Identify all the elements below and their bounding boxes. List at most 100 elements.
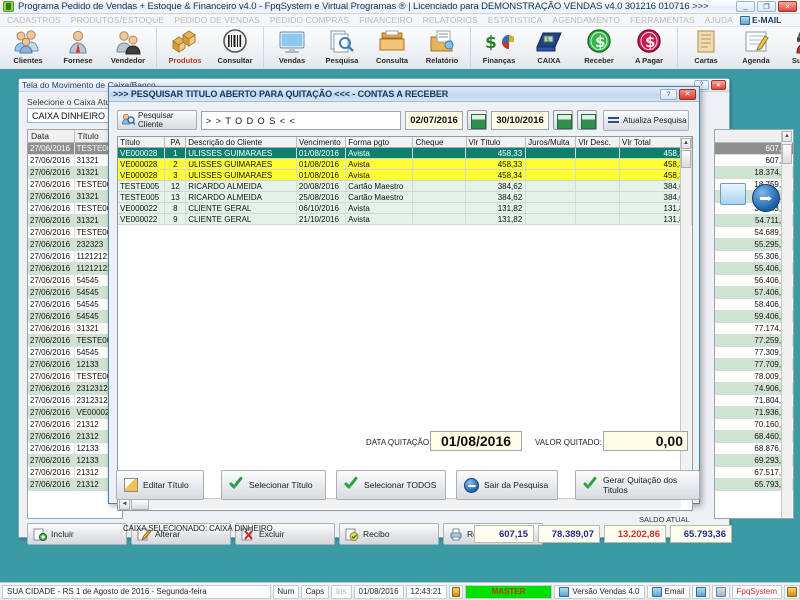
data-quitacao-label: DATA QUITAÇÃO: bbox=[366, 438, 431, 447]
cell-cheque bbox=[413, 214, 466, 224]
atualiza-pesquisa-button[interactable]: Atualiza Pesquisa bbox=[603, 110, 689, 131]
recibo-button[interactable]: Recibo bbox=[339, 523, 439, 545]
titulo-row[interactable]: VE0000282ULISSES GUIMARAES01/08/2016Avis… bbox=[118, 159, 692, 170]
valor-quitado-field[interactable]: 0,00 bbox=[603, 431, 688, 451]
menu-estatistica[interactable]: ESTATISTICA bbox=[483, 15, 548, 25]
scroll-up-arrow-icon[interactable]: ▲ bbox=[681, 138, 691, 149]
close-button[interactable]: ✕ bbox=[778, 1, 797, 12]
selecionar-titulo-button[interactable]: Selecionar Título bbox=[221, 470, 326, 500]
toolbar-button-clientes[interactable]: Clientes bbox=[3, 27, 53, 69]
menu-ferramentas[interactable]: FERRAMENTAS bbox=[625, 15, 700, 25]
data-quitacao-field[interactable]: 01/08/2016 bbox=[430, 431, 522, 451]
cell-pa: 8 bbox=[165, 203, 186, 213]
pesquisar-cliente-button[interactable]: Pesquisar Cliente bbox=[117, 110, 197, 130]
report-icon bbox=[427, 29, 457, 55]
scroll-thumb[interactable] bbox=[782, 144, 792, 164]
total-1: 607,15 bbox=[474, 525, 534, 543]
cell-cheque bbox=[413, 181, 466, 191]
cell-vlr-titulo: 458,33 bbox=[466, 148, 526, 158]
menu-agendamento[interactable]: AGENDAMENTO bbox=[547, 15, 625, 25]
dialog-help-button[interactable]: ? bbox=[660, 89, 677, 100]
toolbar-button-cartas[interactable]: Cartas bbox=[681, 27, 731, 69]
titulo-row[interactable]: TESTE00512RICARDO ALMEIDA20/08/2016Cartã… bbox=[118, 181, 692, 192]
toolbar-button-vendedor[interactable]: Vendedor bbox=[103, 27, 153, 69]
extra-calendar-icon[interactable] bbox=[577, 110, 597, 130]
menu-produtos-estoque[interactable]: PRODUTOS/ESTOQUE bbox=[66, 15, 169, 25]
status-master-badge: MASTER bbox=[465, 585, 553, 599]
editar-titulo-button[interactable]: Editar Título bbox=[116, 470, 204, 500]
toolbar-label-relatorio: Relatório bbox=[426, 56, 459, 65]
status-bar: SUA CIDADE - RS 1 de Agosto de 2016 - Se… bbox=[0, 582, 800, 600]
date-from-calendar-icon[interactable] bbox=[467, 110, 487, 130]
cell-forma-pgto: Cartão Maestro bbox=[346, 192, 413, 202]
menu-pedido-de-vendas[interactable]: PEDIDO DE VENDAS bbox=[169, 15, 265, 25]
date-to-field[interactable]: 30/10/2016 bbox=[491, 111, 549, 130]
titulo-row[interactable]: VE0000228CLIENTE GERAL06/10/2016Avista13… bbox=[118, 203, 692, 214]
titulos-grid[interactable]: Título PA Descrição do Cliente Venciment… bbox=[117, 136, 693, 511]
status-system: FpqSystem bbox=[732, 585, 782, 599]
toolbar-group-produtos: Produtos Consultar bbox=[157, 27, 264, 69]
menu-financeiro[interactable]: FINANCEIRO bbox=[354, 15, 417, 25]
caixa-balance-scrollbar[interactable]: ▲ bbox=[781, 131, 792, 519]
client-filter-input[interactable]: > > T O D O S < < bbox=[201, 111, 401, 130]
cell-pa: 12 bbox=[165, 181, 186, 191]
menu-relatorios[interactable]: RELATÓRIOS bbox=[418, 15, 483, 25]
svg-text:$: $ bbox=[546, 37, 550, 44]
sair-da-pesquisa-button[interactable]: Sair da Pesquisa bbox=[456, 470, 558, 500]
status-printer[interactable] bbox=[692, 585, 710, 599]
scroll-thumb[interactable] bbox=[681, 150, 691, 168]
people-search-icon bbox=[122, 113, 135, 128]
scroll-up-arrow-icon[interactable]: ▲ bbox=[782, 131, 792, 142]
gerar-quitacao-button[interactable]: Gerar Quitação dos Titulos bbox=[575, 470, 700, 500]
scroll-thumb-horizontal[interactable] bbox=[131, 499, 149, 510]
caixa-cell-data: 27/06/2016 bbox=[28, 335, 75, 346]
total-2: 78.389,07 bbox=[538, 525, 600, 543]
toolbar-label-pesquisa: Pesquisa bbox=[326, 56, 359, 65]
toolbar-button-financas[interactable]: $ Finanças bbox=[474, 27, 524, 69]
toolbar-button-apagar[interactable]: $ A Pagar bbox=[624, 27, 674, 69]
selecionar-todos-button[interactable]: Selecionar TODOS bbox=[336, 470, 446, 500]
caixa-forward-arrow-button[interactable] bbox=[752, 184, 780, 212]
status-email[interactable]: Email bbox=[647, 585, 690, 599]
cell-vlr-desc bbox=[576, 181, 620, 191]
titulo-row[interactable]: TESTE00513RICARDO ALMEIDA25/08/2016Cartã… bbox=[118, 192, 692, 203]
toolbar-button-relatorio[interactable]: Relatório bbox=[417, 27, 467, 69]
menu-email[interactable]: E-MAIL bbox=[738, 15, 781, 25]
header-vencimento: Vencimento bbox=[297, 137, 346, 147]
menu-pedido-compras[interactable]: PEDIDO COMPRAS bbox=[265, 15, 354, 25]
toolbar-button-consulta[interactable]: Consulta bbox=[367, 27, 417, 69]
titulo-row[interactable]: VE0000229CLIENTE GERAL21/10/2016Avista13… bbox=[118, 214, 692, 225]
caixa-green-button[interactable] bbox=[720, 183, 746, 205]
toolbar-button-fornese[interactable]: Fornese bbox=[53, 27, 103, 69]
header-forma-pgto: Forma pgto bbox=[346, 137, 413, 147]
status-key-icon-left bbox=[449, 585, 463, 599]
date-from-field[interactable]: 02/07/2016 bbox=[405, 111, 463, 130]
incluir-button[interactable]: Incluir bbox=[27, 523, 127, 545]
menu-cadastros[interactable]: CADASTROS bbox=[2, 15, 66, 25]
toolbar-button-pesquisa[interactable]: Pesquisa bbox=[317, 27, 367, 69]
caixa-close-button[interactable]: ✕ bbox=[711, 80, 726, 90]
titulo-row[interactable]: VE0000281ULISSES GUIMARAES01/08/2016Avis… bbox=[118, 148, 692, 159]
status-network[interactable] bbox=[712, 585, 730, 599]
toolbar-button-caixa[interactable]: $ CAIXA bbox=[524, 27, 574, 69]
toolbar-button-consultar[interactable]: Consultar bbox=[210, 27, 260, 69]
cell-juros-multa bbox=[526, 159, 576, 169]
cashbook-icon: $ bbox=[534, 29, 564, 55]
toolbar-button-suporte[interactable]: Suporte bbox=[781, 27, 800, 69]
scroll-left-arrow-icon[interactable]: ◄ bbox=[119, 499, 130, 510]
toolbar-label-agenda: Agenda bbox=[742, 56, 770, 65]
toolbar-button-vendas[interactable]: Vendas bbox=[267, 27, 317, 69]
menu-ajuda[interactable]: AJUDA bbox=[700, 15, 738, 25]
dialog-close-button[interactable]: ✕ bbox=[679, 89, 696, 100]
toolbar-group-vendas: Vendas Pesquisa bbox=[264, 27, 471, 69]
minimize-button[interactable]: _ bbox=[736, 1, 755, 12]
status-email-label: Email bbox=[665, 587, 685, 596]
toolbar-button-agenda[interactable]: Agenda bbox=[731, 27, 781, 69]
toolbar-label-vendas: Vendas bbox=[279, 56, 305, 65]
toolbar-button-receber[interactable]: $ Receber bbox=[574, 27, 624, 69]
maximize-button[interactable]: ❐ bbox=[757, 1, 776, 12]
toolbar-button-produtos[interactable]: Produtos bbox=[160, 27, 210, 69]
date-to-calendar-icon[interactable] bbox=[553, 110, 573, 130]
titulo-row[interactable]: VE0000283ULISSES GUIMARAES01/08/2016Avis… bbox=[118, 170, 692, 181]
check-icon bbox=[344, 479, 359, 491]
